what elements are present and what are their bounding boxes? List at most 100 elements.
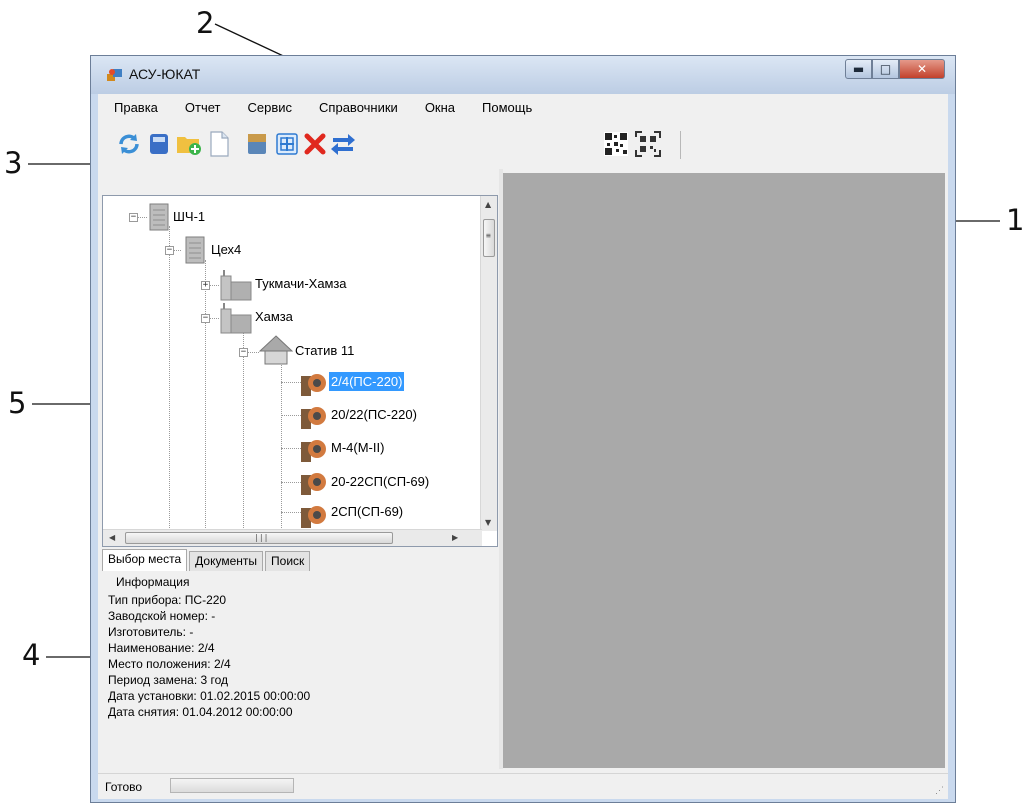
info-name: Наименование: 2/4 — [108, 641, 215, 655]
server-icon — [149, 203, 169, 231]
qr-scan-icon — [635, 131, 661, 157]
tree-line — [169, 226, 170, 546]
tree-node-device[interactable]: 20/22(ПС-220) — [331, 407, 417, 422]
menu-bar: Правка Отчет Сервис Справочники Окна Пом… — [98, 94, 948, 121]
collapse-toggle[interactable]: − — [165, 246, 174, 255]
collapse-toggle[interactable]: − — [129, 213, 138, 222]
vertical-scrollbar[interactable]: ▲ ≡ ▼ — [480, 196, 497, 531]
menu-report[interactable]: Отчет — [185, 100, 221, 115]
house-icon — [259, 335, 293, 365]
window-title: АСУ-ЮКАТ — [129, 66, 201, 82]
toolbar — [98, 121, 948, 169]
tree-node-khamza[interactable]: Хамза — [255, 309, 293, 324]
tree-node-device[interactable]: М-4(М-II) — [331, 440, 384, 455]
delete-button[interactable] — [302, 131, 328, 157]
station-icon — [220, 270, 252, 301]
callout-1: 1 — [1006, 203, 1025, 237]
vertical-scroll-thumb[interactable]: ≡ — [483, 219, 495, 257]
menu-edit[interactable]: Правка — [114, 100, 158, 115]
tree-node-shch1[interactable]: ШЧ-1 — [173, 209, 205, 224]
tree-line — [281, 448, 301, 449]
tree-line — [281, 512, 301, 513]
status-progress-bar — [170, 778, 294, 793]
server-icon — [185, 236, 205, 264]
info-replacement-period: Период замена: 3 год — [108, 673, 229, 687]
callout-4: 4 — [22, 638, 41, 672]
scroll-left-arrow-icon[interactable]: ◀ — [109, 533, 115, 542]
tree-line — [281, 482, 301, 483]
archive-icon — [248, 134, 266, 154]
menu-references[interactable]: Справочники — [319, 100, 398, 115]
menu-service[interactable]: Сервис — [248, 100, 293, 115]
title-bar[interactable]: АСУ-ЮКАТ ▬ □ ✕ — [91, 56, 955, 94]
info-serial-number: Заводской номер: - — [108, 609, 216, 623]
info-panel: Информация Тип прибора: ПС-220 Заводской… — [102, 571, 498, 772]
new-document-button[interactable] — [206, 131, 232, 157]
tree-node-tukmachi-khamza[interactable]: Тукмачи-Хамза — [255, 276, 347, 291]
tree-line — [281, 362, 282, 542]
device-icon — [301, 407, 326, 429]
horizontal-scrollbar[interactable]: ◀ ||| ▶ — [103, 529, 482, 546]
qr-scan-button[interactable] — [635, 131, 661, 157]
close-button[interactable]: ✕ — [899, 59, 945, 79]
horizontal-scroll-thumb[interactable]: ||| — [125, 532, 393, 544]
toolbar-separator — [680, 131, 681, 159]
collapse-toggle[interactable]: − — [239, 348, 248, 357]
tree-line — [205, 260, 206, 546]
swap-icon — [331, 134, 355, 155]
grid-button[interactable] — [274, 131, 300, 157]
qr-code-button[interactable] — [603, 131, 629, 157]
tab-place-selection[interactable]: Выбор места — [102, 549, 188, 571]
tree-node-selected[interactable]: 2/4(ПС-220) — [329, 372, 405, 391]
refresh-button[interactable] — [116, 131, 142, 157]
device-icon — [301, 374, 326, 396]
grid-icon — [276, 133, 298, 155]
info-title: Информация — [116, 575, 190, 589]
callout-2: 2 — [196, 6, 215, 40]
tree-node-workshop4[interactable]: Цех4 — [211, 242, 241, 257]
collapse-toggle[interactable]: − — [201, 314, 210, 323]
content-pane — [503, 173, 945, 768]
window-controls: ▬ □ ✕ — [845, 59, 945, 79]
client-area: Правка Отчет Сервис Справочники Окна Пом… — [98, 94, 948, 799]
station-icon — [220, 303, 252, 334]
tab-documents[interactable]: Документы — [189, 551, 264, 571]
tree-node-device[interactable]: 20-22СП(СП-69) — [331, 474, 429, 489]
tab-strip: Выбор места Документы Поиск — [102, 549, 312, 571]
scroll-down-arrow-icon[interactable]: ▼ — [485, 518, 491, 527]
menu-help[interactable]: Помощь — [482, 100, 532, 115]
status-text: Готово — [105, 780, 143, 794]
info-removal-date: Дата снятия: 01.04.2012 00:00:00 — [108, 705, 293, 719]
resize-grip-icon[interactable]: ⋰ — [935, 785, 944, 796]
expand-toggle[interactable]: + — [201, 281, 210, 290]
scroll-up-arrow-icon[interactable]: ▲ — [485, 200, 491, 209]
calculator-icon — [150, 134, 168, 154]
device-icon — [301, 440, 326, 462]
maximize-button[interactable]: □ — [872, 59, 899, 79]
refresh-icon — [119, 134, 139, 154]
device-icon — [301, 506, 326, 528]
delete-icon — [304, 133, 326, 155]
tree-line — [281, 415, 301, 416]
calculator-button[interactable] — [146, 131, 172, 157]
menu-windows[interactable]: Окна — [425, 100, 455, 115]
app-window: АСУ-ЮКАТ ▬ □ ✕ Правка Отчет Сервис Справ… — [90, 55, 956, 803]
tree-node-rack-11[interactable]: Статив 11 — [295, 343, 354, 358]
tree-line — [281, 382, 301, 383]
scroll-right-arrow-icon[interactable]: ▶ — [452, 533, 458, 542]
grip-icon: ||| — [254, 533, 269, 542]
tree-view[interactable]: − − + − − ШЧ-1 Цех4 Тукмачи-Хамза Хамза … — [102, 195, 498, 547]
swap-button[interactable] — [330, 131, 356, 157]
add-folder-icon — [177, 137, 201, 155]
tab-search[interactable]: Поиск — [265, 551, 311, 571]
archive-button[interactable] — [244, 131, 270, 157]
callout-3: 3 — [4, 146, 23, 180]
tree-node-device[interactable]: 2СП(СП-69) — [331, 504, 403, 519]
status-bar: Готово ⋰ — [98, 773, 948, 799]
minimize-button[interactable]: ▬ — [845, 59, 872, 79]
tree-line — [243, 328, 244, 546]
info-device-type: Тип прибора: ПС-220 — [108, 593, 227, 607]
new-document-icon — [210, 131, 229, 157]
add-folder-button[interactable] — [176, 131, 202, 157]
info-manufacturer: Изготовитель: - — [108, 625, 194, 639]
